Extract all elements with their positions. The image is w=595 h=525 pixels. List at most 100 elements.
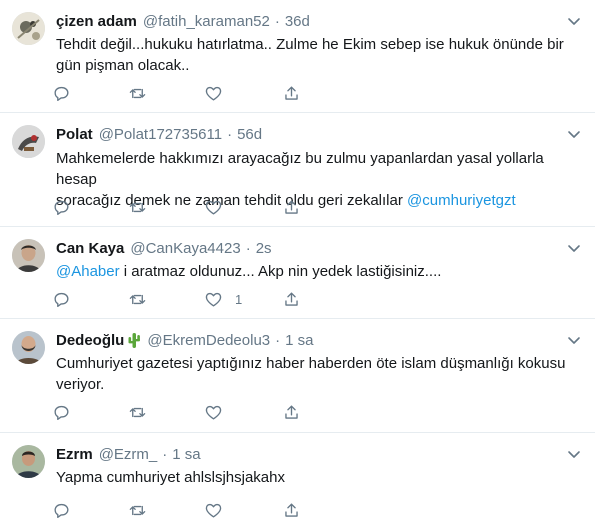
reply-icon — [54, 405, 69, 420]
retweet-button[interactable] — [128, 196, 147, 218]
display-name[interactable]: Dedeoğlu — [56, 332, 124, 349]
user-handle[interactable]: @Ezrm_ — [99, 446, 158, 463]
tweet-actions: 1 — [52, 288, 312, 310]
tweet-actions — [52, 196, 312, 218]
tweet-text-line: Mahkemelerde hakkımızı arayacağız bu zul… — [56, 150, 544, 188]
heart-icon — [205, 405, 222, 420]
reply-feed: çizen adam @fatih_karaman52 · 36d Tehdit… — [0, 0, 595, 525]
share-icon — [285, 85, 298, 100]
timestamp[interactable]: 1 sa — [172, 446, 200, 463]
share-button[interactable] — [282, 82, 301, 104]
display-name[interactable]: Can Kaya — [56, 240, 124, 257]
tweet-actions — [52, 82, 312, 104]
tweet-text: @Ahaber i aratmaz oldunuz... Akp nin yed… — [56, 261, 577, 282]
heart-icon — [205, 292, 222, 307]
like-button[interactable] — [204, 401, 235, 423]
share-button[interactable] — [282, 196, 301, 218]
reply-button[interactable] — [52, 499, 71, 521]
tweet-text-segment: i aratmaz oldunuz... Akp nin yedek lasti… — [119, 263, 442, 280]
heart-icon — [205, 86, 222, 101]
reply-icon — [54, 292, 69, 307]
tweet[interactable]: Dedeoğlu @EkremDedeolu3 · 1 sa Cumhuriye… — [0, 319, 595, 433]
retweet-icon — [129, 294, 146, 304]
share-button[interactable] — [282, 401, 301, 423]
share-icon — [285, 404, 298, 419]
avatar[interactable] — [12, 125, 45, 158]
user-handle[interactable]: @Polat172735611 — [99, 126, 222, 143]
tweet-header: Ezrm @Ezrm_ · 1 sa — [56, 443, 555, 465]
avatar[interactable] — [12, 331, 45, 364]
reply-icon — [54, 86, 69, 101]
separator-dot: · — [227, 125, 233, 143]
chevron-down-icon[interactable] — [565, 445, 583, 463]
reply-button[interactable] — [52, 82, 71, 104]
timestamp[interactable]: 1 sa — [285, 332, 313, 349]
reply-button[interactable] — [52, 401, 71, 423]
like-button[interactable]: 1 — [204, 288, 242, 310]
retweet-icon — [129, 505, 146, 515]
tweet-header: Can Kaya @CanKaya4423 · 2s — [56, 237, 555, 259]
avatar[interactable] — [12, 445, 45, 478]
tweet-text-line: Tehdit değil...hukuku hatırlatma.. Zulme… — [56, 36, 564, 53]
separator-dot: · — [275, 331, 281, 349]
retweet-icon — [129, 88, 146, 98]
tweet[interactable]: Polat @Polat172735611 · 56d Mahkemelerde… — [0, 113, 595, 227]
retweet-button[interactable] — [128, 82, 147, 104]
tweet-text-line: gün pişman olacak.. — [56, 57, 190, 74]
separator-dot: · — [162, 445, 168, 463]
share-icon — [285, 502, 298, 517]
user-handle[interactable]: @CanKaya4423 — [130, 240, 240, 257]
avatar[interactable] — [12, 12, 45, 45]
tweet-header: Dedeoğlu @EkremDedeolu3 · 1 sa — [56, 329, 555, 351]
cactus-emoji — [128, 333, 141, 348]
tweet-text-line: Yapma cumhuriyet ahlslsjhsjakahx — [56, 469, 285, 486]
tweet-actions — [52, 499, 312, 521]
share-icon — [285, 291, 298, 306]
share-button[interactable] — [282, 499, 301, 521]
avatar[interactable] — [12, 239, 45, 272]
like-count: 1 — [235, 291, 243, 307]
user-handle[interactable]: @fatih_karaman52 — [143, 13, 270, 30]
tweet-text: Tehdit değil...hukuku hatırlatma.. Zulme… — [56, 34, 577, 76]
tweet-text-line: Cumhuriyet gazetesi yaptığınız haber hab… — [56, 355, 566, 372]
mention-link[interactable]: @cumhuriyetgzt — [407, 192, 516, 209]
retweet-button[interactable] — [128, 499, 147, 521]
like-button[interactable] — [204, 82, 235, 104]
retweet-icon — [129, 202, 146, 212]
chevron-down-icon[interactable] — [565, 239, 583, 257]
tweet[interactable]: Ezrm @Ezrm_ · 1 sa Yapma cumhuriyet ahls… — [0, 433, 595, 525]
tweet-header: çizen adam @fatih_karaman52 · 36d — [56, 10, 555, 32]
tweet[interactable]: Can Kaya @CanKaya4423 · 2s @Ahaber i ara… — [0, 227, 595, 319]
mention-link[interactable]: @Ahaber — [56, 263, 120, 280]
reply-icon — [54, 200, 69, 215]
reply-button[interactable] — [52, 288, 71, 310]
display-name[interactable]: Ezrm — [56, 446, 93, 463]
timestamp[interactable]: 2s — [256, 240, 272, 257]
chevron-down-icon[interactable] — [565, 125, 583, 143]
display-name[interactable]: çizen adam — [56, 13, 137, 30]
chevron-down-icon[interactable] — [565, 331, 583, 349]
tweet-text-line: @Ahaber i aratmaz oldunuz... Akp nin yed… — [56, 261, 577, 282]
tweet-text: Yapma cumhuriyet ahlslsjhsjakahx — [56, 467, 577, 488]
like-button[interactable] — [204, 499, 235, 521]
share-button[interactable] — [282, 288, 301, 310]
heart-icon — [205, 200, 222, 215]
timestamp[interactable]: 56d — [237, 126, 262, 143]
reply-button[interactable] — [52, 196, 71, 218]
separator-dot: · — [245, 239, 251, 257]
separator-dot: · — [274, 12, 280, 30]
retweet-button[interactable] — [128, 288, 147, 310]
retweet-icon — [129, 407, 146, 417]
tweet-header: Polat @Polat172735611 · 56d — [56, 123, 555, 145]
chevron-down-icon[interactable] — [565, 12, 583, 30]
display-name[interactable]: Polat — [56, 126, 93, 143]
tweet[interactable]: çizen adam @fatih_karaman52 · 36d Tehdit… — [0, 0, 595, 113]
tweet-text: Cumhuriyet gazetesi yaptığınız haber hab… — [56, 353, 577, 395]
tweet-actions — [52, 401, 312, 423]
tweet-text-line: veriyor. — [56, 376, 105, 393]
heart-icon — [205, 503, 222, 518]
like-button[interactable] — [204, 196, 235, 218]
timestamp[interactable]: 36d — [285, 13, 310, 30]
retweet-button[interactable] — [128, 401, 147, 423]
user-handle[interactable]: @EkremDedeolu3 — [147, 332, 270, 349]
